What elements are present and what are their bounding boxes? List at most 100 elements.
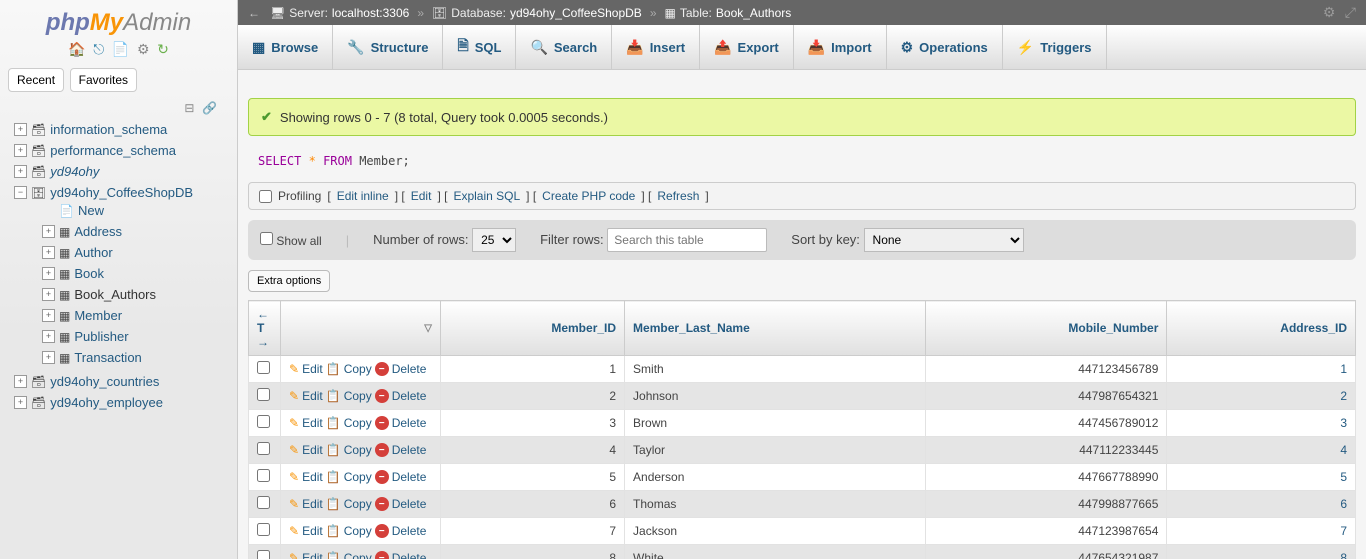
edit-link[interactable]: Edit — [302, 443, 323, 457]
copy-link[interactable]: Copy — [344, 524, 372, 538]
row-checkbox[interactable] — [257, 496, 270, 509]
table-node-Publisher[interactable]: + ▦ Publisher — [42, 329, 229, 344]
edit-inline-link[interactable]: Edit inline — [337, 189, 389, 203]
logout-icon[interactable]: ⎋ — [93, 41, 104, 57]
copy-link[interactable]: Copy — [344, 551, 372, 559]
minus-icon[interactable]: − — [14, 186, 27, 199]
edit-link[interactable]: Edit — [302, 551, 323, 559]
table-node-Book_Authors[interactable]: + ▦ Book_Authors — [42, 287, 229, 302]
plus-icon[interactable]: + — [42, 267, 55, 280]
row-checkbox[interactable] — [257, 361, 270, 374]
plus-icon[interactable]: + — [14, 123, 27, 136]
column-last-name[interactable]: Member_Last_Name — [625, 301, 926, 356]
cell-address-id[interactable]: 7 — [1340, 524, 1347, 538]
cell-address-id[interactable]: 2 — [1340, 389, 1347, 403]
plus-icon[interactable]: + — [42, 330, 55, 343]
delete-link[interactable]: Delete — [392, 551, 427, 559]
show-all-checkbox[interactable] — [260, 232, 273, 245]
server-link[interactable]: localhost:3306 — [332, 6, 409, 20]
cell-address-id[interactable]: 5 — [1340, 470, 1347, 484]
plus-icon[interactable]: + — [42, 309, 55, 322]
search-input[interactable] — [607, 228, 767, 252]
tab-export[interactable]: 📤Export — [700, 25, 794, 69]
recent-tab[interactable]: Recent — [8, 68, 64, 92]
row-checkbox[interactable] — [257, 469, 270, 482]
edit-link[interactable]: Edit — [302, 497, 323, 511]
copy-link[interactable]: Copy — [344, 416, 372, 430]
db-node-performance_schema[interactable]: + 🗃 performance_schema — [14, 143, 229, 158]
table-node-Book[interactable]: + ▦ Book — [42, 266, 229, 281]
plus-icon[interactable]: + — [14, 375, 27, 388]
table-node-Transaction[interactable]: + ▦ Transaction — [42, 350, 229, 365]
tab-triggers[interactable]: ⚡Triggers — [1003, 25, 1107, 69]
tab-sql[interactable]: 🗎SQL — [443, 25, 516, 69]
settings-icon[interactable]: ⚙ — [137, 41, 150, 57]
refresh-link[interactable]: Refresh — [657, 189, 699, 203]
home-icon[interactable]: 🏠 — [68, 41, 85, 57]
column-address-id[interactable]: Address_ID — [1167, 301, 1356, 356]
logo[interactable]: phpMyAdmin — [0, 5, 237, 39]
copy-link[interactable]: Copy — [344, 362, 372, 376]
table-node-Member[interactable]: + ▦ Member — [42, 308, 229, 323]
extra-options-button[interactable]: Extra options — [248, 270, 330, 292]
plus-icon[interactable]: + — [14, 144, 27, 157]
edit-link[interactable]: Edit — [302, 416, 323, 430]
row-checkbox[interactable] — [257, 388, 270, 401]
cell-address-id[interactable]: 4 — [1340, 443, 1347, 457]
collapse-icon[interactable]: ⊟ — [184, 101, 194, 115]
edit-link[interactable]: Edit — [302, 470, 323, 484]
db-node-information_schema[interactable]: + 🗃 information_schema — [14, 122, 229, 137]
column-toggle[interactable]: ← T → — [249, 301, 281, 356]
link-icon[interactable]: 🔗 — [202, 101, 217, 115]
tab-import[interactable]: 📥Import — [794, 25, 887, 69]
reload-icon[interactable]: ↻ — [157, 41, 169, 57]
table-link[interactable]: Book_Authors — [716, 6, 791, 20]
exit-icon[interactable]: ⤢ — [1345, 4, 1356, 20]
plus-icon[interactable]: + — [42, 288, 55, 301]
edit-link[interactable]: Edit — [411, 189, 432, 203]
db-node-yd94ohy_CoffeeShopDB[interactable]: − 🗄 yd94ohy_CoffeeShopDB — [14, 185, 229, 200]
column-mobile[interactable]: Mobile_Number — [926, 301, 1167, 356]
db-node-yd94ohy[interactable]: + 🗃 yd94ohy — [14, 164, 229, 179]
db-node-yd94ohy_countries[interactable]: + 🗃 yd94ohy_countries — [14, 374, 229, 389]
row-checkbox[interactable] — [257, 523, 270, 536]
row-checkbox[interactable] — [257, 442, 270, 455]
cell-address-id[interactable]: 3 — [1340, 416, 1347, 430]
delete-link[interactable]: Delete — [392, 443, 427, 457]
row-checkbox[interactable] — [257, 550, 270, 559]
copy-link[interactable]: Copy — [344, 443, 372, 457]
column-member-id[interactable]: Member_ID — [441, 301, 625, 356]
delete-link[interactable]: Delete — [392, 470, 427, 484]
favorites-tab[interactable]: Favorites — [70, 68, 137, 92]
cell-address-id[interactable]: 8 — [1340, 551, 1347, 559]
tab-structure[interactable]: 🔧Structure — [333, 25, 443, 69]
edit-link[interactable]: Edit — [302, 389, 323, 403]
plus-icon[interactable]: + — [42, 351, 55, 364]
tab-operations[interactable]: ⚙Operations — [887, 25, 1003, 69]
delete-link[interactable]: Delete — [392, 362, 427, 376]
table-node-Author[interactable]: + ▦ Author — [42, 245, 229, 260]
db-node-yd94ohy_employee[interactable]: + 🗃 yd94ohy_employee — [14, 395, 229, 410]
plus-icon[interactable]: + — [14, 165, 27, 178]
tab-browse[interactable]: ▦Browse — [238, 25, 333, 69]
explain-link[interactable]: Explain SQL — [453, 189, 520, 203]
delete-link[interactable]: Delete — [392, 389, 427, 403]
copy-link[interactable]: Copy — [344, 497, 372, 511]
tab-search[interactable]: 🔍Search — [516, 25, 612, 69]
edit-link[interactable]: Edit — [302, 362, 323, 376]
copy-link[interactable]: Copy — [344, 389, 372, 403]
tab-insert[interactable]: 📥Insert — [612, 25, 700, 69]
sort-key-select[interactable]: None — [864, 228, 1024, 252]
docs-icon[interactable]: 📄 — [112, 41, 129, 57]
gear-icon[interactable]: ⚙ — [1323, 4, 1336, 20]
delete-link[interactable]: Delete — [392, 497, 427, 511]
row-checkbox[interactable] — [257, 415, 270, 428]
plus-icon[interactable]: + — [42, 225, 55, 238]
new-table[interactable]: 📄 New — [42, 203, 229, 218]
profiling-checkbox[interactable] — [259, 190, 272, 203]
delete-link[interactable]: Delete — [392, 524, 427, 538]
table-node-Address[interactable]: + ▦ Address — [42, 224, 229, 239]
create-php-link[interactable]: Create PHP code — [542, 189, 635, 203]
db-link[interactable]: yd94ohy_CoffeeShopDB — [510, 6, 642, 20]
delete-link[interactable]: Delete — [392, 416, 427, 430]
